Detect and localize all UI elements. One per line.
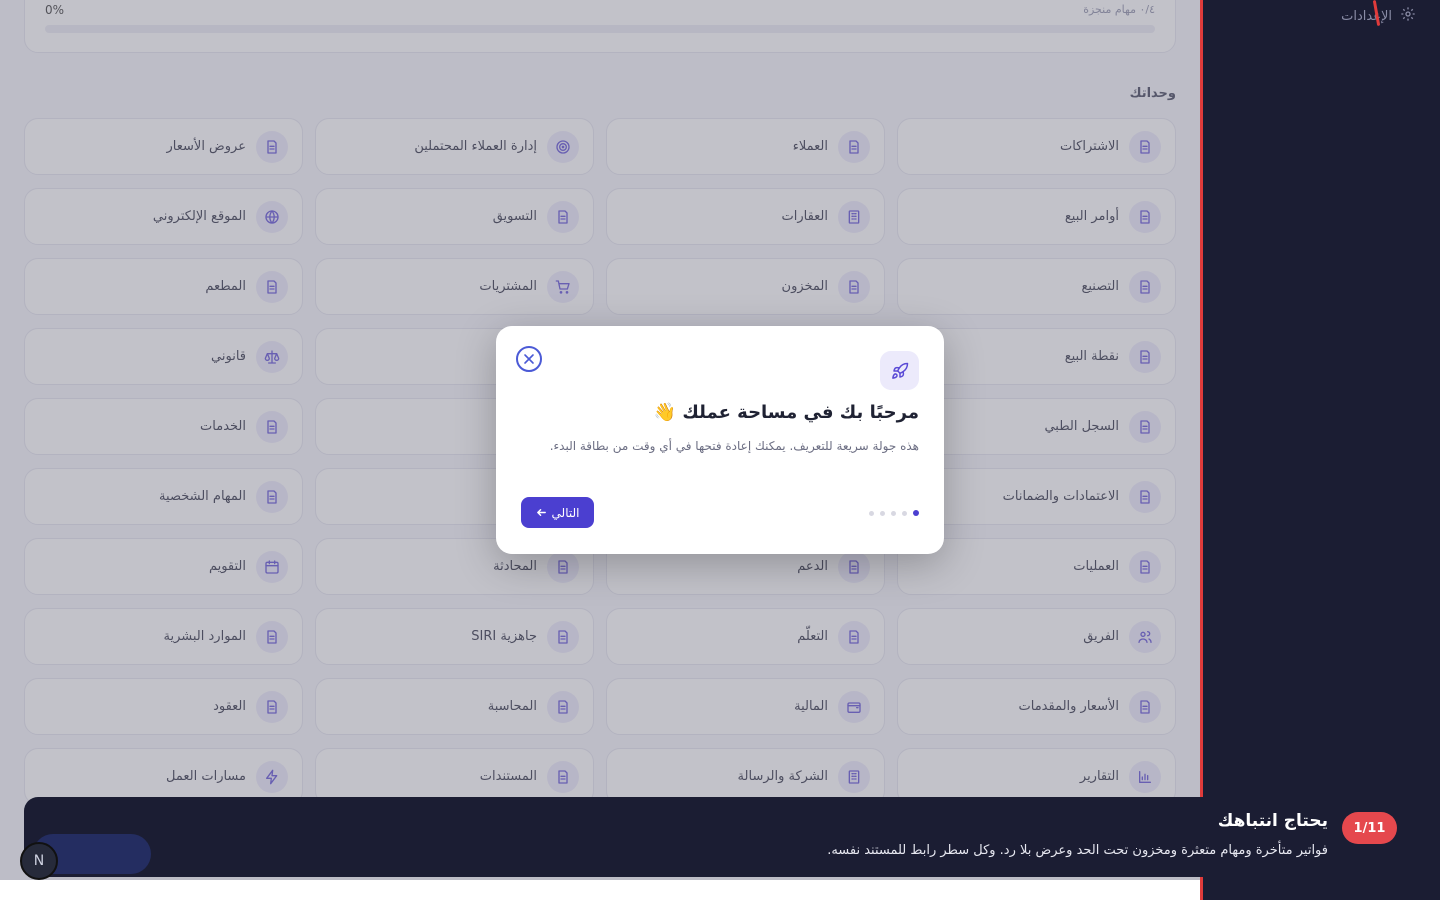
step-dot	[913, 510, 919, 516]
step-dot	[869, 510, 874, 516]
welcome-modal: مرحبًا بك في مساحة عملك 👋 هذه جولة سريعة…	[496, 326, 944, 554]
gear-icon	[1400, 6, 1416, 26]
next-button[interactable]: التالي	[521, 497, 594, 528]
attention-title: يحتاج انتباهك	[1217, 811, 1328, 831]
attention-count-badge: 1/11	[1342, 812, 1397, 844]
step-indicator	[869, 510, 919, 516]
bottom-strip	[0, 880, 1200, 900]
close-icon	[524, 354, 534, 364]
next-button-label: التالي	[551, 505, 580, 520]
avatar[interactable]: N	[20, 842, 58, 880]
attention-banner[interactable]: 1/11 يحتاج انتباهك فواتير متأخرة ومهام م…	[24, 797, 1440, 877]
step-dot	[902, 510, 907, 516]
sidebar: الإعدادات	[1200, 0, 1440, 900]
arrow-left-icon	[536, 509, 546, 516]
modal-title: مرحبًا بك في مساحة عملك 👋	[653, 402, 919, 423]
step-dot	[891, 510, 896, 516]
sidebar-item-label: الإعدادات	[1341, 8, 1392, 24]
step-dot	[880, 510, 885, 516]
modal-description: هذه جولة سريعة للتعريف. يمكنك إعادة فتحه…	[549, 439, 919, 453]
close-button[interactable]	[516, 346, 542, 372]
attention-description: فواتير متأخرة ومهام متعثرة ومخزون تحت ال…	[827, 843, 1328, 858]
rocket-icon	[880, 351, 919, 390]
